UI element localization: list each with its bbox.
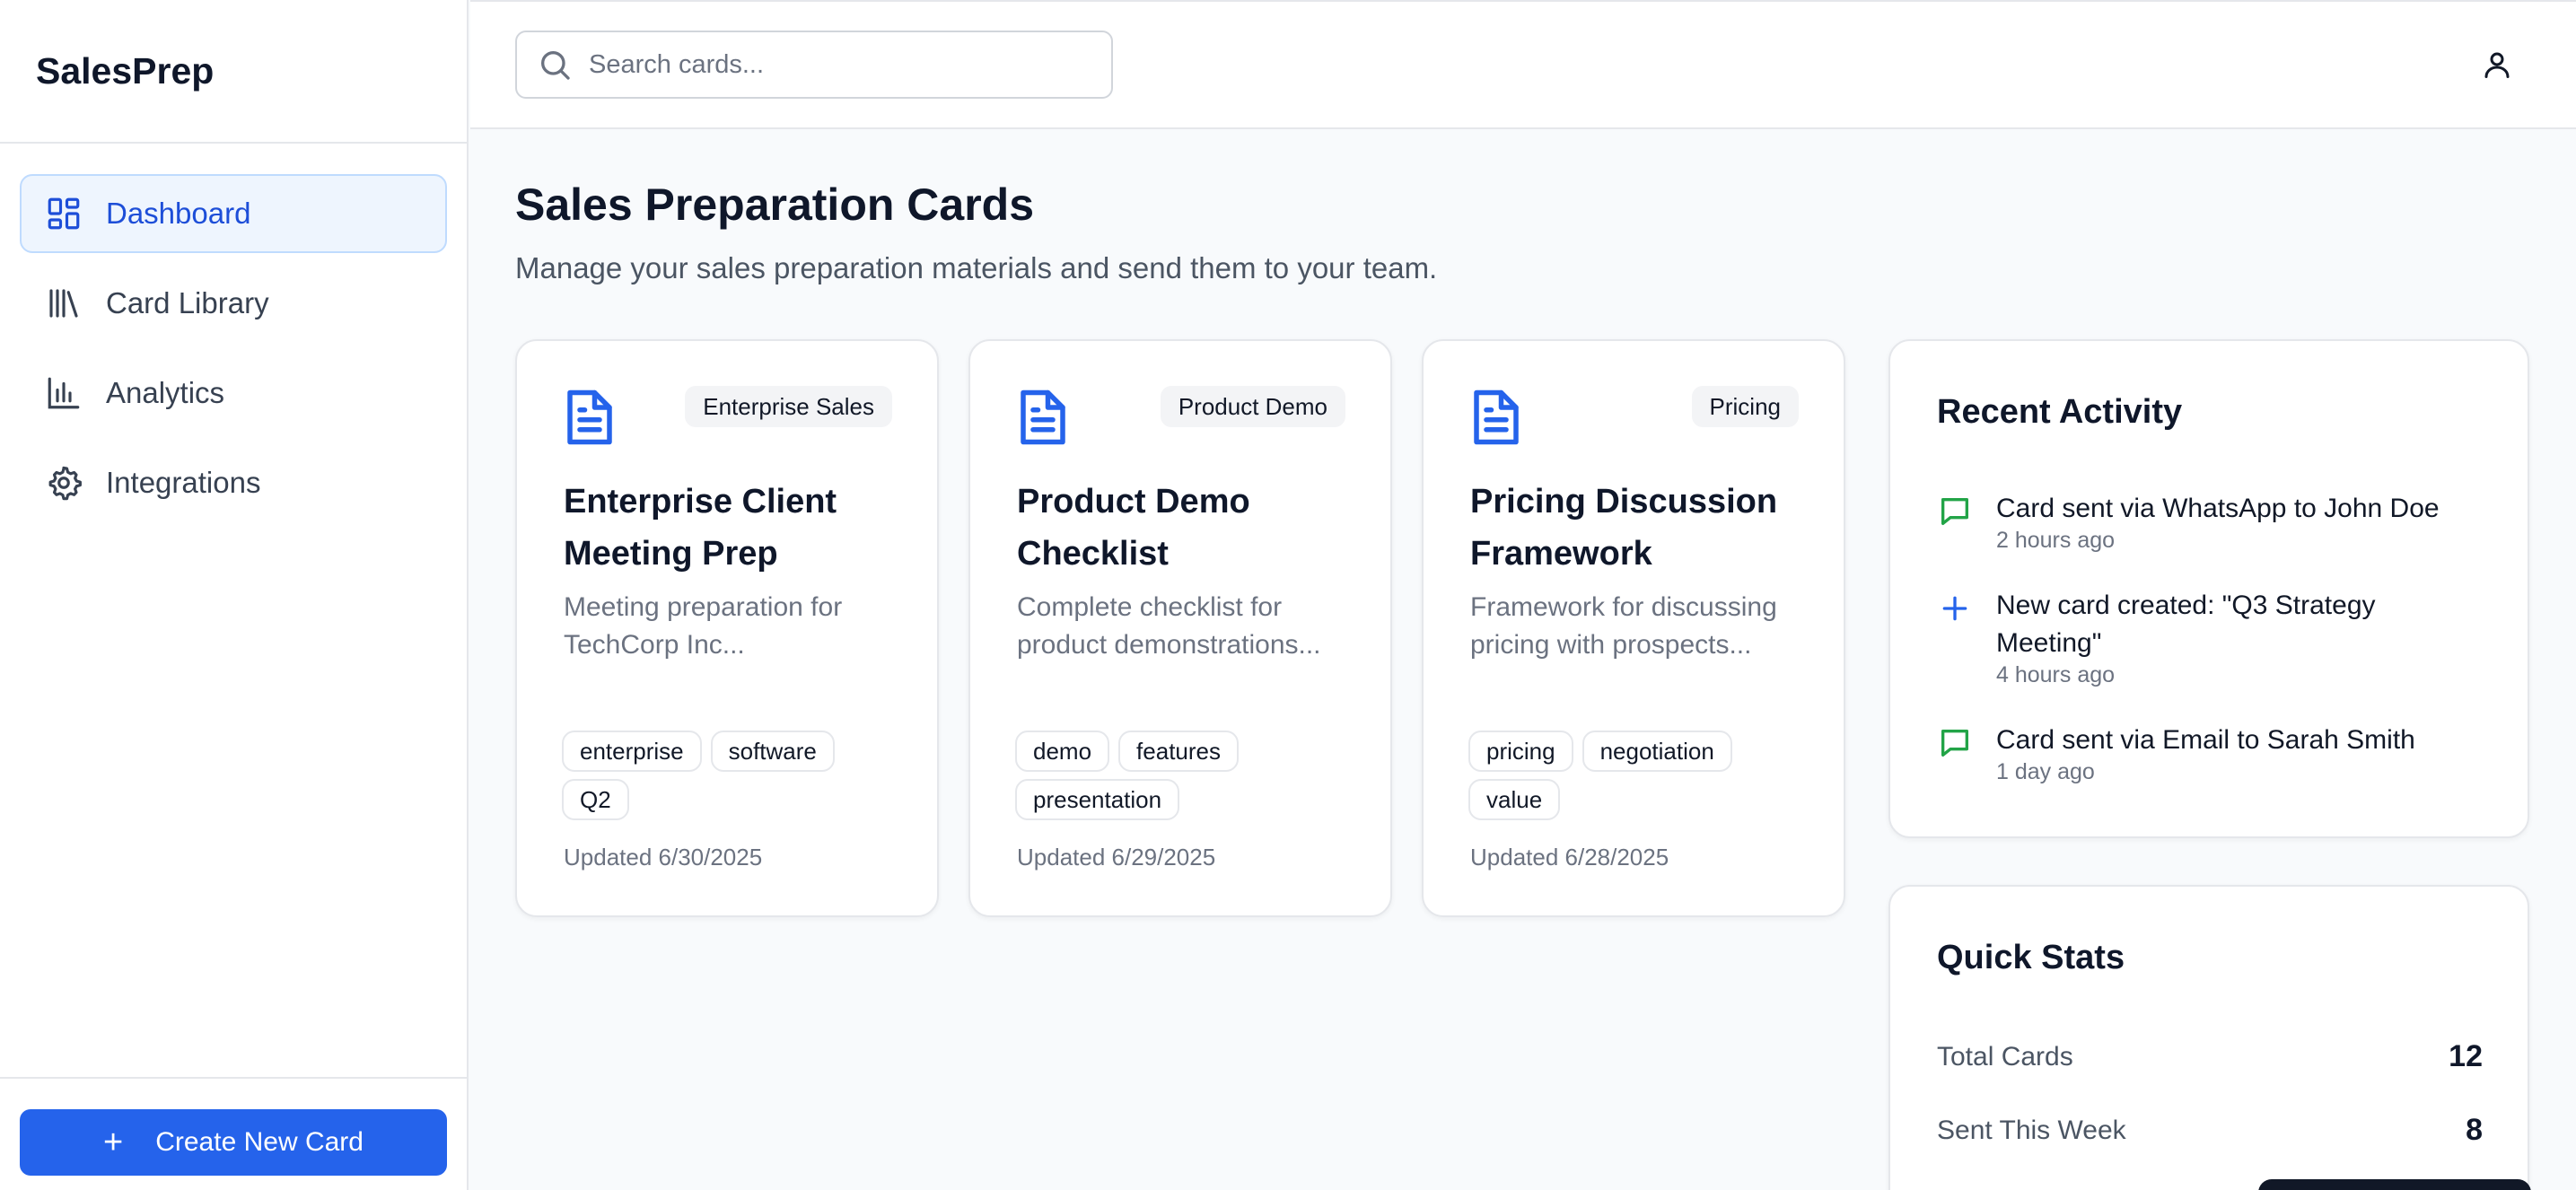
card-title: Pricing Discussion Framework (1470, 483, 1778, 573)
card-description: Framework for discussing pricing with pr… (1470, 592, 1777, 660)
document-icon (1474, 389, 1519, 445)
updated-date: Updated 6/28/2025 (1470, 844, 1669, 871)
message-icon (1941, 730, 1968, 757)
panel-title: Quick Stats (1937, 939, 2125, 976)
plus-icon: + (103, 1124, 124, 1161)
tag-list: pricing negotiation value (1468, 731, 1808, 827)
activity-item: New card created: "Q3 Strategy Meeting" … (1937, 587, 2492, 688)
panel-title: Recent Activity (1937, 393, 2183, 431)
recent-activity-panel: Recent Activity Card sent via WhatsApp t… (1888, 339, 2529, 838)
prep-card[interactable]: Pricing Pricing Discussion Framework Fra… (1422, 339, 1845, 917)
card-description: Meeting preparation for TechCorp Inc... (564, 592, 843, 660)
tag: software (710, 731, 835, 772)
library-icon (49, 289, 78, 318)
activity-time: 1 day ago (1996, 759, 2095, 784)
search-icon (541, 51, 570, 80)
app-logo[interactable]: SalesPrep (0, 0, 467, 144)
card-title: Product Demo Checklist (1017, 483, 1250, 573)
search-input[interactable] (589, 49, 1091, 80)
activity-time: 2 hours ago (1996, 528, 2116, 553)
gear-icon (48, 466, 82, 501)
tag: value (1468, 779, 1561, 820)
main-content: Sales Preparation Cards Manage your sale… (515, 129, 2576, 1190)
activity-time: 4 hours ago (1996, 662, 2116, 687)
prep-card[interactable]: Enterprise Sales Enterprise Client Meeti… (515, 339, 939, 917)
floating-bar[interactable] (2258, 1179, 2531, 1190)
updated-date: Updated 6/30/2025 (564, 844, 763, 871)
document-icon (1021, 389, 1065, 445)
stat-label: Sent This Week (1937, 1115, 2126, 1145)
stat-value: 12 (2449, 1039, 2483, 1073)
sidebar-item-integrations[interactable]: Integrations (20, 443, 447, 522)
stat-row: Total Cards 12 (1937, 1039, 2483, 1074)
activity-item: Card sent via WhatsApp to John Doe 2 hou… (1937, 490, 2492, 554)
stat-value: 8 (2466, 1113, 2483, 1147)
document-icon (567, 389, 612, 445)
activity-item: Card sent via Email to Sarah Smith 1 day… (1937, 722, 2492, 785)
user-icon[interactable] (2481, 48, 2513, 81)
tag: negotiation (1582, 731, 1732, 772)
tag-list: demo features presentation (1015, 731, 1354, 827)
tag: features (1118, 731, 1239, 772)
updated-date: Updated 6/29/2025 (1017, 844, 1216, 871)
tag-list: enterprise software Q2 (562, 731, 901, 827)
tag: presentation (1015, 779, 1180, 820)
sidebar-item-dashboard[interactable]: Dashboard (20, 174, 447, 253)
stat-label: Total Cards (1937, 1041, 2073, 1072)
create-button-label: Create New Card (155, 1127, 364, 1157)
sidebar-item-label: Dashboard (106, 197, 251, 230)
card-description: Complete checklist for product demonstra… (1017, 592, 1321, 660)
sidebar-footer: + Create New Card (0, 1077, 467, 1190)
activity-text: Card sent via Email to Sarah Smith (1996, 725, 2415, 755)
sidebar-nav: Dashboard Card Library Analytics Integra… (0, 144, 467, 522)
create-new-card-button[interactable]: + Create New Card (20, 1109, 447, 1176)
tag: pricing (1468, 731, 1573, 772)
category-badge: Product Demo (1160, 386, 1345, 427)
activity-text: New card created: "Q3 Strategy Meeting" (1996, 591, 2376, 658)
quick-stats-panel: Quick Stats Total Cards 12 Sent This Wee… (1888, 885, 2529, 1190)
sidebar: SalesPrep Dashboard Card Library Analyti… (0, 0, 469, 1190)
card-title: Enterprise Client Meeting Prep (564, 483, 837, 573)
tag: enterprise (562, 731, 702, 772)
message-icon (1941, 498, 1968, 525)
bar-chart-icon (48, 377, 80, 409)
sidebar-item-label: Analytics (106, 376, 225, 409)
sidebar-item-label: Card Library (106, 286, 269, 319)
top-bar (470, 0, 2576, 129)
category-badge: Enterprise Sales (685, 386, 892, 427)
plus-icon (1942, 596, 1967, 621)
category-badge: Pricing (1691, 386, 1799, 427)
sidebar-item-analytics[interactable]: Analytics (20, 354, 447, 433)
tag: demo (1015, 731, 1110, 772)
page-title: Sales Preparation Cards (515, 179, 1035, 230)
tag: Q2 (562, 779, 629, 820)
stat-row: Sent This Week 8 (1937, 1113, 2483, 1148)
search-box[interactable] (515, 31, 1113, 99)
dashboard-icon (48, 197, 80, 230)
sidebar-item-card-library[interactable]: Card Library (20, 264, 447, 343)
prep-card[interactable]: Product Demo Product Demo Checklist Comp… (968, 339, 1392, 917)
sidebar-item-label: Integrations (106, 466, 261, 499)
activity-text: Card sent via WhatsApp to John Doe (1996, 494, 2440, 523)
page-subtitle: Manage your sales preparation materials … (515, 251, 1438, 284)
